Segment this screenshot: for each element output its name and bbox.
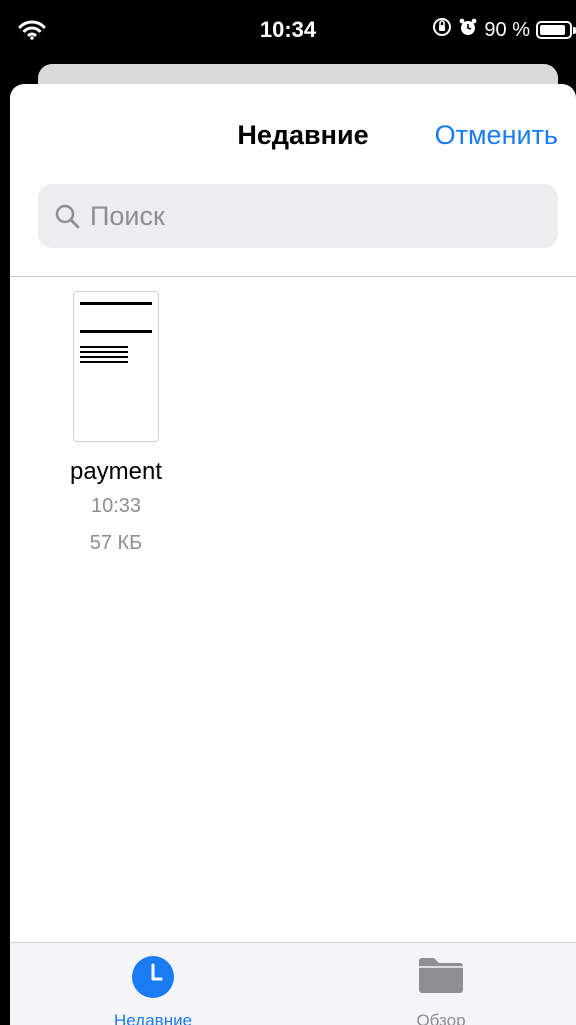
tab-browse-label: Обзор (416, 1011, 466, 1025)
document-thumbnail (73, 291, 159, 442)
search-bar[interactable] (38, 184, 558, 248)
divider (10, 276, 576, 277)
status-bar: 10:34 90 % (0, 0, 576, 60)
tab-recent[interactable]: Недавние (83, 943, 223, 1025)
status-indicators: 90 % (432, 17, 576, 43)
battery-icon (536, 21, 576, 39)
screen: 10:34 90 % Недавние Отменить Поиск payme… (0, 0, 576, 1025)
battery-percent: 90 % (484, 18, 530, 41)
search-icon (54, 203, 80, 229)
alarm-icon (458, 17, 478, 43)
tab-browse[interactable]: Обзор (371, 943, 511, 1025)
orientation-lock-icon (432, 17, 452, 43)
tab-bar: Недавние Обзор (10, 942, 576, 1025)
search-input[interactable] (90, 200, 520, 232)
file-time: 10:33 (90, 495, 142, 517)
cancel-button[interactable]: Отменить (435, 120, 558, 151)
document-picker-sheet: Недавние Отменить payment 10:33 (10, 84, 576, 1025)
clock-icon (131, 955, 175, 1004)
file-name: payment (69, 458, 163, 485)
file-size: 57 КБ (89, 532, 143, 554)
tab-recent-label: Недавние (113, 1011, 193, 1025)
battery-level (540, 25, 566, 35)
folder-icon (417, 955, 465, 1000)
